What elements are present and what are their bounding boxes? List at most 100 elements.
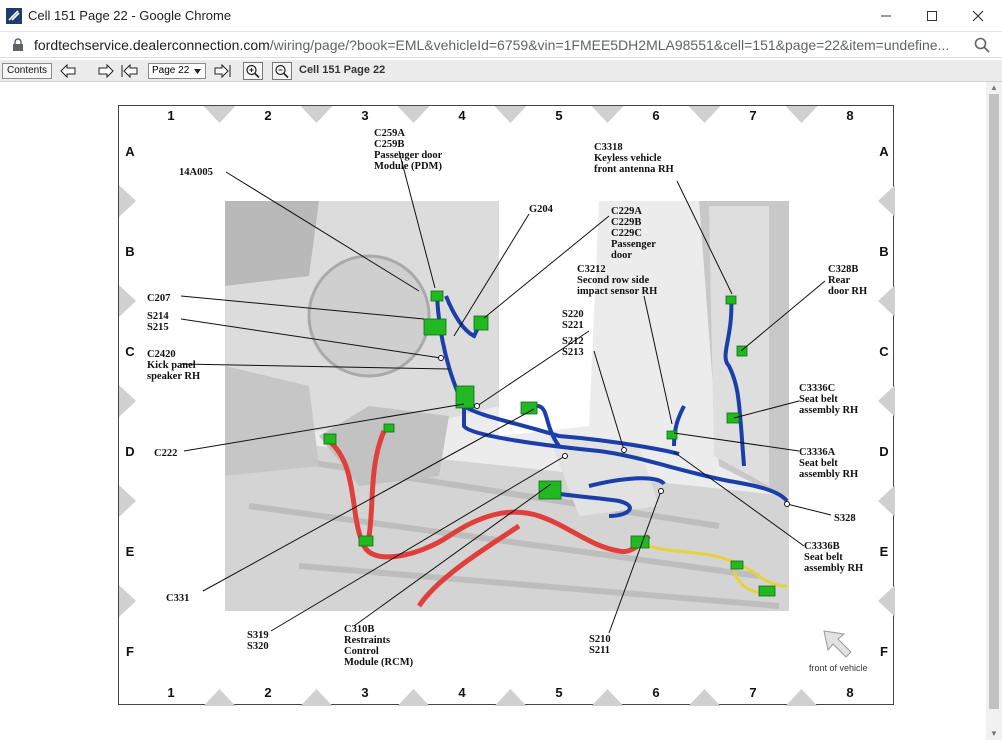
label-s214: S214 S215 [147,311,169,333]
grid-col-bottom-7: 7 [749,685,756,700]
connector-14 [758,585,776,597]
grid-col-bottom-1: 1 [167,685,174,700]
grid-marker-right-D [878,485,895,517]
label-c3318-line3: front antenna RH [594,164,674,175]
grid-marker-bottom-4 [494,689,527,706]
grid-marker-left-C [119,385,136,417]
label-c2420-line1: C2420 [147,349,176,360]
grid-col-top-6: 6 [652,108,659,123]
label-s210-line1: S210 [589,634,611,645]
label-c3336a-line1: C3336A [799,447,836,458]
scrollbar-thumb[interactable] [989,94,999,709]
grid-marker-top-6 [688,106,721,123]
grid-marker-top-3 [397,106,430,123]
grid-marker-bottom-1 [203,689,236,706]
lock-icon [13,38,23,51]
chevron-down-icon [194,69,201,74]
label-c310b: C310B Restraints Control Module (RCM) [344,624,414,668]
label-c328b-line3: door RH [828,286,867,297]
label-c310b-line2: Restraints [344,635,390,646]
label-c229-line5: door [611,250,632,261]
connector-13 [630,535,650,549]
zoom-in-icon[interactable] [243,62,263,80]
grid-row-left-B: B [125,244,134,259]
label-c3336a-line2: Seat belt [799,458,838,469]
vertical-scrollbar[interactable]: ▲ ▼ [986,82,1002,740]
label-c331: C331 [166,593,189,604]
label-c222: C222 [154,448,177,459]
vehicle-interior-illustration [225,201,789,611]
label-s220-line1: S220 [562,309,584,320]
label-c3336a-line3: assembly RH [799,469,858,480]
grid-row-right-A: A [879,144,889,159]
connector-16 [730,560,744,570]
label-c3336c-line2: Seat belt [799,394,838,405]
connector-10 [666,430,678,440]
grid-marker-left-B [119,285,136,317]
zoom-out-icon[interactable] [272,62,292,80]
url-text[interactable]: fordtechservice.dealerconnection.com/wir… [34,37,964,53]
maximize-button[interactable] [909,0,955,32]
grid-row-right-F: F [880,644,888,659]
grid-row-left-D: D [125,444,134,459]
page-title: Cell 151 Page 22 [299,64,386,76]
close-button[interactable] [955,0,1001,32]
scroll-up-icon[interactable]: ▲ [986,82,1002,94]
grid-marker-left-D [119,485,136,517]
zoom-icon[interactable] [973,36,991,54]
ford-service-icon [6,8,22,24]
front-of-vehicle-label: front of vehicle [809,663,868,673]
grid-col-top-2: 2 [264,108,271,123]
label-s319-line2: S320 [247,641,269,652]
label-c259-line2: C259B [374,139,404,150]
label-s212: S212 S213 [562,336,584,358]
label-c3212-line1: C3212 [577,264,606,275]
label-c3318: C3318 Keyless vehicle front antenna RH [594,142,674,175]
close-icon [972,10,984,22]
grid-marker-left-E [119,585,136,617]
back-arrow-icon[interactable] [58,62,78,80]
label-c310b-line4: Module (RCM) [344,657,414,668]
url-host: fordtechservice.dealerconnection.com [34,37,270,53]
label-c207: C207 [147,293,170,304]
label-c3318-line2: Keyless vehicle [594,153,662,164]
grid-marker-right-E [878,585,895,617]
label-s210: S210 S211 [589,634,611,656]
grid-col-bottom-8: 8 [846,685,853,700]
grid-marker-top-1 [203,106,236,123]
url-path: /wiring/page/?book=EML&vehicleId=6759&vi… [269,37,950,53]
grid-row-left-F: F [126,644,134,659]
label-s214-line1: S214 [147,311,169,322]
label-c229-line3: C229C [611,228,642,239]
grid-col-top-1: 1 [167,108,174,123]
grid-col-top-4: 4 [458,108,466,123]
label-c2420-line2: Kick panel [147,360,196,371]
scroll-down-icon[interactable]: ▼ [986,728,1002,740]
grid-marker-bottom-2 [300,689,333,706]
grid-col-bottom-5: 5 [555,685,562,700]
connector-15 [358,535,374,547]
grid-row-left-A: A [125,144,135,159]
next-page-icon[interactable] [212,62,232,80]
connector-9 [726,412,740,424]
label-s319: S319 S320 [247,630,269,652]
window-titlebar: Cell 151 Page 22 - Google Chrome [0,0,1002,32]
address-bar[interactable]: fordtechservice.dealerconnection.com/wir… [0,32,1002,58]
forward-arrow-icon[interactable] [96,62,116,80]
contents-button[interactable]: Contents [2,63,53,79]
grid-marker-top-4 [494,106,527,123]
label-s328: S328 [834,513,856,524]
connector-4 [473,315,489,331]
label-c328b: C328B Rear door RH [828,264,867,297]
minimize-button[interactable] [863,0,909,32]
maximize-icon [927,11,937,21]
grid-col-bottom-4: 4 [458,685,466,700]
connector-2 [423,318,447,336]
wiring-diagram-canvas: 1122334455667788A AB BC CD DE EF F C259A… [119,106,895,706]
label-c3336b-line2: Seat belt [804,552,843,563]
page-select[interactable]: Page 22 [148,63,206,79]
label-c259-line1: C259A [374,128,405,139]
label-s210-line2: S211 [589,645,610,656]
grid-marker-right-A [878,185,895,217]
previous-page-icon[interactable] [120,62,140,80]
